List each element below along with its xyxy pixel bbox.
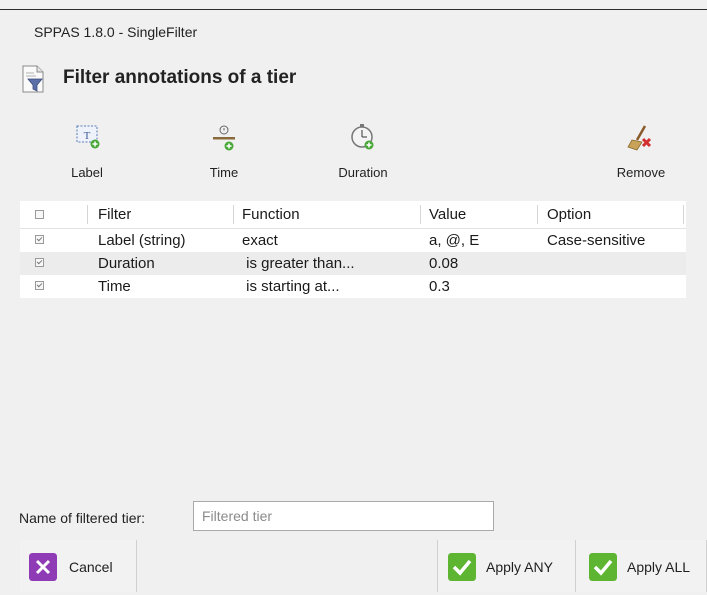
cancel-x-icon xyxy=(29,553,57,581)
row-function: exact xyxy=(242,232,278,249)
row-value: 0.08 xyxy=(429,255,459,272)
column-separator xyxy=(87,205,88,224)
row-filter: Time xyxy=(98,278,131,295)
add-duration-filter-button[interactable]: Duration xyxy=(333,120,393,180)
apply-all-button[interactable]: Apply ALL xyxy=(575,540,707,592)
time-ruler-icon xyxy=(213,125,235,151)
apply-all-button-label: Apply ALL xyxy=(627,559,691,575)
row-function: is greater than... xyxy=(242,255,355,272)
row-checkbox[interactable] xyxy=(35,281,44,290)
page-title: Filter annotations of a tier xyxy=(63,67,297,88)
apply-any-button-label: Apply ANY xyxy=(486,559,553,575)
window-title: SPPAS 1.8.0 - SingleFilter xyxy=(34,24,198,40)
column-header-function[interactable]: Function xyxy=(242,201,300,228)
row-value: a, @, E xyxy=(429,232,480,249)
column-separator xyxy=(683,205,684,224)
svg-text:T: T xyxy=(84,130,91,142)
column-header-filter[interactable]: Filter xyxy=(98,201,131,228)
row-filter: Duration xyxy=(98,255,155,272)
table-row[interactable]: Time is starting at... 0.3 xyxy=(20,275,686,298)
row-option: Case-sensitive xyxy=(547,232,646,249)
column-header-option[interactable]: Option xyxy=(547,201,591,228)
table-header: Filter Function Value Option xyxy=(20,201,686,229)
filtered-tier-name-input[interactable] xyxy=(193,501,494,531)
toolbar-label-label: Label xyxy=(71,165,103,180)
filtered-tier-name-label: Name of filtered tier: xyxy=(19,510,146,526)
row-function: is starting at... xyxy=(242,278,340,295)
cancel-button-label: Cancel xyxy=(69,559,113,575)
apply-any-button[interactable]: Apply ANY xyxy=(437,540,576,592)
column-header-value[interactable]: Value xyxy=(429,201,466,228)
row-value: 0.3 xyxy=(429,278,450,295)
add-label-filter-button[interactable]: T Label xyxy=(62,120,112,180)
cancel-button[interactable]: Cancel xyxy=(20,540,137,592)
column-separator xyxy=(420,205,421,224)
label-tag-icon: T xyxy=(76,125,100,149)
filter-document-icon xyxy=(22,65,44,93)
column-separator xyxy=(233,205,234,224)
column-separator xyxy=(537,205,538,224)
select-all-checkbox[interactable] xyxy=(35,210,44,219)
stopwatch-icon xyxy=(351,124,374,150)
check-icon xyxy=(448,553,476,581)
table-row[interactable]: Label (string) exact a, @, E Case-sensit… xyxy=(20,229,686,252)
filters-table: Filter Function Value Option Label (stri… xyxy=(20,201,686,298)
table-row[interactable]: Duration is greater than... 0.08 xyxy=(20,252,686,275)
toolbar-remove-label: Remove xyxy=(616,165,666,180)
check-icon xyxy=(589,553,617,581)
add-time-filter-button[interactable]: Time xyxy=(199,120,249,180)
remove-filter-button[interactable]: Remove xyxy=(606,120,676,180)
table-empty-area xyxy=(20,302,686,492)
toolbar-time-label: Time xyxy=(209,165,239,180)
window-top-border xyxy=(0,9,707,10)
row-checkbox[interactable] xyxy=(35,258,44,267)
broom-remove-icon xyxy=(627,125,652,151)
toolbar-duration-label: Duration xyxy=(338,165,388,180)
row-checkbox[interactable] xyxy=(35,235,44,244)
row-filter: Label (string) xyxy=(98,232,186,249)
